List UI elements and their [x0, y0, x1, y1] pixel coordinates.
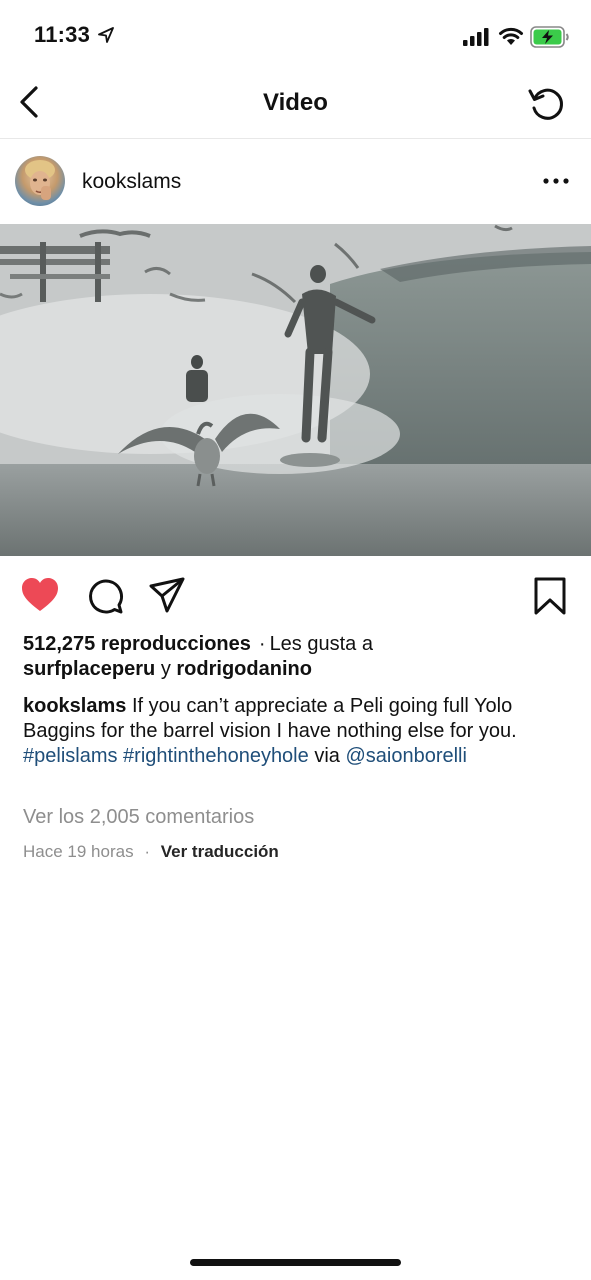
comment-icon[interactable]: [86, 577, 124, 615]
refresh-icon[interactable]: [526, 84, 566, 124]
post-timestamp: Hace 19 horas: [23, 842, 134, 861]
location-arrow-icon: [98, 27, 114, 43]
hashtag-link[interactable]: #pelislams: [23, 745, 117, 767]
view-comments-link[interactable]: Ver los 2,005 comentarios: [23, 806, 254, 829]
caption-via: via: [314, 745, 340, 767]
page-title: Video: [263, 89, 328, 116]
hashtag-link[interactable]: #rightinthehoneyhole: [123, 745, 309, 767]
views-count[interactable]: 512,275 reproducciones: [23, 633, 251, 655]
author-username[interactable]: kookslams: [82, 170, 181, 194]
likes-conjunction: y: [160, 658, 171, 680]
avatar-portrait: [25, 160, 55, 200]
status-time: 11:33: [34, 22, 91, 47]
signal-bars-icon: [463, 28, 489, 46]
meta-separator: ·: [144, 842, 150, 861]
more-horizontal-icon[interactable]: [540, 172, 572, 190]
nav-header: Video: [0, 70, 591, 139]
battery-charging-icon: [530, 26, 569, 48]
video-player[interactable]: [0, 224, 591, 556]
avatar[interactable]: [15, 156, 65, 206]
separator-dot: ·: [258, 633, 266, 655]
action-bar: [0, 572, 591, 618]
likes-prefix: Les gusta a: [269, 633, 373, 655]
bookmark-icon[interactable]: [532, 576, 568, 616]
views-and-likes: 512,275 reproducciones · Les gusta a surfp…: [23, 632, 568, 682]
caption-author[interactable]: kookslams: [23, 695, 126, 717]
video-still: [0, 224, 591, 556]
wifi-icon: [499, 27, 523, 45]
post-meta: Hace 19 horas · Ver traducción: [23, 842, 279, 862]
heart-icon[interactable]: [20, 576, 60, 614]
liker-username[interactable]: rodrigodanino: [176, 658, 312, 680]
home-indicator[interactable]: [190, 1259, 401, 1266]
liker-username[interactable]: surfplaceperu: [23, 658, 155, 680]
mention-link[interactable]: @saionborelli: [345, 745, 466, 767]
post-caption: kookslams If you can’t appreciate a Peli…: [23, 694, 568, 769]
status-bar: 11:33: [0, 0, 591, 70]
translate-link[interactable]: Ver traducción: [161, 842, 279, 861]
post-header: kookslams: [0, 140, 591, 224]
send-icon[interactable]: [148, 576, 186, 614]
